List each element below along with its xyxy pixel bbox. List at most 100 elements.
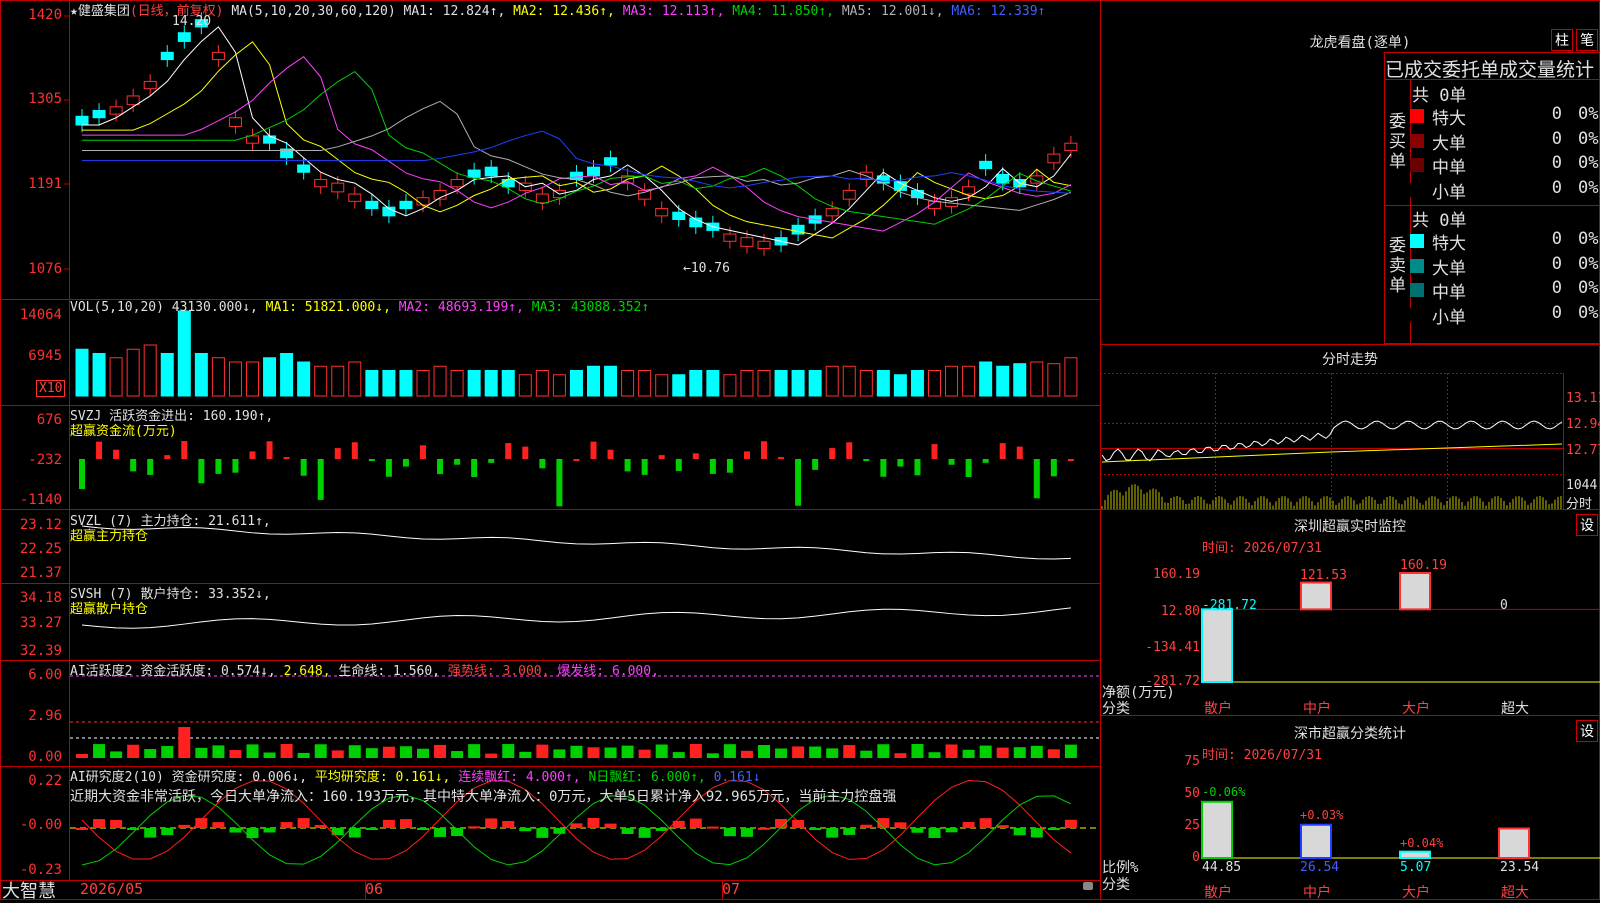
- volume-bar: [518, 374, 532, 397]
- flow-bar: [402, 459, 409, 467]
- volume-bar: [416, 370, 430, 397]
- price-axis-0: 1420: [28, 7, 62, 23]
- volume-bar: [552, 374, 566, 397]
- sz-class-cat-2: 大户: [1402, 885, 1430, 901]
- color-swatch: [1410, 182, 1424, 197]
- sz-class-time: 时间: 2026/07/31: [1202, 748, 1322, 763]
- sz-class-settings-button[interactable]: 设: [1576, 720, 1598, 742]
- candle-body: [160, 51, 174, 61]
- candle-body: [1064, 142, 1078, 151]
- ma4-value: MA4: 11.850↑,: [732, 4, 835, 19]
- activity-bar: [809, 746, 822, 758]
- row-count: 0: [1551, 278, 1562, 298]
- volume-bar: [945, 365, 959, 397]
- research-bar: [587, 818, 600, 828]
- flow-bar: [522, 446, 529, 459]
- ai1-axis-0: 6.00: [28, 667, 62, 683]
- class-bar: [1399, 850, 1431, 860]
- svzj-axis-0: 676: [36, 412, 62, 428]
- volume-bar: [177, 310, 191, 397]
- candle-body: [365, 200, 379, 210]
- volume-bar: [655, 374, 669, 397]
- volume-bar: [910, 370, 924, 397]
- tick-mode-button[interactable]: 笔: [1576, 29, 1598, 51]
- volume-bar: [638, 370, 652, 397]
- flow-bar: [948, 459, 955, 465]
- svzj-axis-2: -1140: [19, 492, 62, 508]
- class-bar: [1498, 827, 1530, 859]
- activity-bar: [161, 746, 174, 758]
- volume-bar: [467, 370, 481, 397]
- sz-class-change-1: +0.03%: [1300, 808, 1344, 822]
- flow-bar: [931, 444, 938, 459]
- class-bar: [1300, 823, 1332, 859]
- price-axis-1: 1305: [28, 91, 62, 107]
- flow-bar: [556, 459, 563, 507]
- activity-bar: [604, 747, 617, 758]
- flow-bar: [471, 459, 478, 477]
- volume-bar: [450, 370, 464, 397]
- volume-bar: [399, 370, 413, 397]
- flow-bar: [999, 443, 1006, 459]
- activity-bar: [212, 745, 225, 758]
- ai2-axis-1: -0.00: [19, 817, 62, 833]
- row-pct: 0%: [1578, 128, 1599, 149]
- flow-bar: [1050, 459, 1057, 477]
- lock-icon[interactable]: [1083, 882, 1093, 890]
- activity-bar: [76, 754, 88, 758]
- row-count: 0: [1551, 229, 1562, 249]
- volume-bar: [280, 353, 294, 397]
- activity-bar: [195, 747, 208, 758]
- ai1-header: AI活跃度2 资金活跃度: 0.574↓, 2.648, 生命线: 1.560,…: [70, 660, 659, 679]
- row-label: 中单: [1432, 283, 1466, 303]
- candle-body: [979, 160, 993, 170]
- bar-mode-button[interactable]: 柱: [1551, 29, 1573, 51]
- research-bar: [604, 823, 617, 828]
- activity-bar: [553, 749, 566, 758]
- activity-bar: [723, 744, 736, 758]
- vol-axis-1: 6945: [28, 348, 62, 364]
- sz-class-value-2: 5.07: [1400, 860, 1432, 875]
- research-bar: [928, 828, 941, 838]
- flow-bar: [829, 448, 836, 459]
- candle-body: [569, 171, 583, 181]
- activity-bar: [979, 745, 992, 758]
- candle-body: [723, 233, 737, 242]
- stock-title[interactable]: 健盛集团: [78, 4, 130, 19]
- row-count: 0: [1551, 128, 1562, 149]
- volume-bar: [791, 370, 805, 397]
- candle-body: [604, 157, 618, 166]
- sz-class-cat-0: 散户: [1204, 885, 1232, 901]
- flow-bar: [488, 459, 495, 463]
- flow-bar: [300, 459, 307, 476]
- buy-side-label: 委买单: [1389, 112, 1406, 172]
- row-pct: 0%: [1578, 253, 1599, 274]
- flow-bar: [607, 449, 614, 459]
- activity-bar: [1030, 745, 1043, 758]
- volume-bar: [740, 370, 754, 397]
- high-mark: 14.20: [172, 14, 212, 29]
- svzl-axis-1: 22.25: [19, 541, 62, 557]
- volume-bar: [143, 344, 157, 397]
- flow-bar: [965, 459, 972, 477]
- flow-bar: [573, 458, 580, 461]
- sz-monitor-settings-button[interactable]: 设: [1576, 514, 1598, 536]
- volume-bar: [1013, 363, 1027, 397]
- sz-monitor-title: 深圳超赢实时监控: [1294, 519, 1406, 535]
- activity-bar: [706, 753, 719, 758]
- volume-bar: [246, 361, 259, 397]
- sz-class-axis-3: 0: [1192, 850, 1200, 865]
- row-label: 大单: [1432, 258, 1466, 279]
- intraday-axis-0: 13.11: [1566, 391, 1600, 406]
- research-bar: [1030, 828, 1043, 838]
- ma6-value: MA6: 12.339↑: [951, 4, 1046, 19]
- row-pct: 0%: [1578, 177, 1599, 198]
- activity-bar: [587, 747, 600, 758]
- flow-bar: [812, 459, 819, 470]
- row-label: 大单: [1432, 133, 1466, 154]
- candle-body: [962, 186, 976, 195]
- research-bar: [280, 822, 293, 828]
- lhb-sell-row: 特大 0 0%: [1410, 229, 1600, 254]
- volume-bar: [774, 370, 788, 397]
- volume-bar: [211, 357, 225, 397]
